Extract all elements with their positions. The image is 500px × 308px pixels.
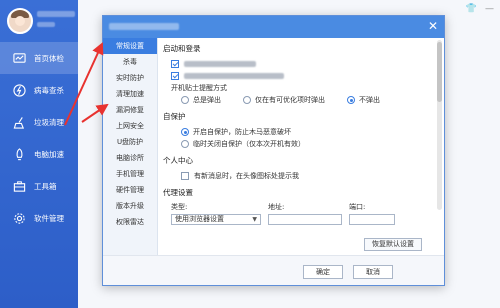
radio[interactable] — [181, 140, 189, 148]
sidebar-item-label: 软件管理 — [34, 213, 64, 223]
sidebar-item-label: 电脑加速 — [34, 149, 64, 159]
settings-dialog: ✕ 常规设置 杀毒 实时防护 清理加速 漏洞修复 上网安全 U盘防护 电脑诊所 … — [102, 15, 445, 286]
startup-section-title: 启动和登录 — [163, 44, 201, 53]
sidebar-item-label: 垃圾清理 — [34, 117, 64, 127]
personal-notify-option[interactable]: 有新消息时，在头像图标处提示我 — [181, 170, 434, 182]
settings-nav-web-security[interactable]: 上网安全 — [103, 118, 157, 134]
sidebar-item-toolbox[interactable]: 工具箱 — [0, 170, 78, 202]
broom-icon — [12, 115, 26, 129]
settings-nav-vuln-fix[interactable]: 漏洞修复 — [103, 102, 157, 118]
radio-label: 开启自保护，防止木马恶意破坏 — [193, 128, 291, 136]
proxy-labels: 类型: 地址: 端口: — [171, 202, 434, 212]
settings-nav-usb[interactable]: U盘防护 — [103, 134, 157, 150]
settings-nav-realtime[interactable]: 实时防护 — [103, 70, 157, 86]
proxy-port-label: 端口: — [349, 203, 366, 211]
chart-icon — [12, 51, 26, 65]
minimize-icon[interactable]: — — [485, 4, 494, 14]
username-blurred — [37, 11, 75, 17]
settings-content: 启动和登录 开机贴士提醒方式 总是弹出 仅在有可优化项时弹出 不弹出 自保护 开… — [163, 38, 434, 255]
tip-mode-label: 开机贴士提醒方式 — [171, 84, 227, 92]
proxy-type-select[interactable]: 使用浏览器设置 ▼ — [171, 213, 261, 225]
dialog-footer: 确定 取消 — [103, 255, 444, 285]
dialog-body: 常规设置 杀毒 实时防护 清理加速 漏洞修复 上网安全 U盘防护 电脑诊所 手机… — [103, 38, 444, 255]
sidebar-item-virus-scan[interactable]: 病毒查杀 — [0, 74, 78, 106]
sidebar-item-label: 首页体检 — [34, 53, 64, 63]
sidebar-item-home-checkup[interactable]: 首页体检 — [0, 42, 78, 74]
proxy-type-label: 类型: — [171, 203, 188, 211]
proxy-fields: 使用浏览器设置 ▼ — [171, 212, 434, 226]
dialog-title-bar[interactable]: ✕ — [103, 16, 444, 38]
close-icon[interactable]: ✕ — [428, 20, 438, 32]
gear-icon — [12, 211, 26, 225]
settings-nav: 常规设置 杀毒 实时防护 清理加速 漏洞修复 上网安全 U盘防护 电脑诊所 手机… — [103, 38, 158, 255]
proxy-section-title: 代理设置 — [163, 188, 193, 197]
radio[interactable] — [347, 96, 355, 104]
settings-nav-hardware[interactable]: 硬件管理 — [103, 182, 157, 198]
startup-option-1[interactable] — [171, 58, 434, 70]
settings-nav-phone[interactable]: 手机管理 — [103, 166, 157, 182]
self-protect-section-title: 自保护 — [163, 112, 186, 121]
settings-scrollbar[interactable] — [437, 40, 442, 210]
checkbox[interactable] — [171, 72, 179, 80]
restore-defaults-button[interactable]: 恢复默认设置 — [364, 238, 422, 251]
tip-option-never[interactable]: 不弹出 — [347, 95, 380, 105]
checkbox[interactable] — [181, 172, 189, 180]
sidebar-item-speedup[interactable]: 电脑加速 — [0, 138, 78, 170]
cancel-button[interactable]: 取消 — [353, 265, 393, 279]
toolbox-icon — [12, 179, 26, 193]
app-sidebar: 首页体检 病毒查杀 垃圾清理 电脑加速 工具箱 软件管理 — [0, 0, 78, 308]
window-controls: 👕 — — [466, 4, 494, 14]
self-protect-on[interactable]: 开启自保护，防止木马恶意破坏 — [181, 126, 434, 138]
proxy-port-input[interactable] — [349, 213, 395, 225]
settings-nav-general[interactable]: 常规设置 — [103, 38, 157, 54]
avatar[interactable] — [7, 8, 33, 34]
user-level-blurred — [37, 22, 55, 27]
blurred-text — [184, 73, 284, 79]
checkbox[interactable] — [171, 60, 179, 68]
radio-label: 总是弹出 — [193, 96, 221, 104]
tip-mode-radio-group: 总是弹出 仅在有可优化项时弹出 不弹出 — [181, 94, 434, 106]
ok-button[interactable]: 确定 — [303, 265, 343, 279]
settings-nav-permission[interactable]: 权限雷达 — [103, 214, 157, 230]
tip-option-when-optimizable[interactable]: 仅在有可优化项时弹出 — [243, 95, 325, 105]
user-profile[interactable] — [0, 0, 78, 42]
sidebar-item-cleanup[interactable]: 垃圾清理 — [0, 106, 78, 138]
radio-label: 仅在有可优化项时弹出 — [255, 96, 325, 104]
proxy-type-value: 使用浏览器设置 — [175, 214, 224, 223]
radio-label: 不弹出 — [359, 96, 380, 104]
rocket-icon — [12, 147, 26, 161]
personal-section-title: 个人中心 — [163, 156, 193, 165]
radio[interactable] — [181, 96, 189, 104]
proxy-address-label: 地址: — [268, 203, 285, 211]
settings-nav-pc-clinic[interactable]: 电脑诊所 — [103, 150, 157, 166]
radio[interactable] — [243, 96, 251, 104]
bolt-icon — [12, 83, 26, 97]
sidebar-item-label: 病毒查杀 — [34, 85, 64, 95]
blurred-text — [184, 61, 256, 67]
sidebar-item-software[interactable]: 软件管理 — [0, 202, 78, 234]
proxy-address-input[interactable] — [268, 213, 342, 225]
shirt-icon[interactable]: 👕 — [466, 4, 477, 14]
radio-label: 临时关闭自保护（仅本次开机有效） — [193, 140, 305, 148]
sidebar-item-label: 工具箱 — [34, 181, 57, 191]
startup-option-2[interactable] — [171, 70, 434, 82]
settings-nav-clean-speed[interactable]: 清理加速 — [103, 86, 157, 102]
radio[interactable] — [181, 128, 189, 136]
tip-option-always[interactable]: 总是弹出 — [181, 95, 221, 105]
self-protect-temp-off[interactable]: 临时关闭自保护（仅本次开机有效） — [181, 138, 434, 150]
chevron-down-icon: ▼ — [252, 215, 257, 223]
settings-nav-antivirus[interactable]: 杀毒 — [103, 54, 157, 70]
settings-nav-upgrade[interactable]: 版本升级 — [103, 198, 157, 214]
dialog-title-blurred — [109, 23, 179, 30]
checkbox-label: 有新消息时，在头像图标处提示我 — [194, 172, 299, 180]
scrollbar-thumb[interactable] — [437, 42, 442, 102]
